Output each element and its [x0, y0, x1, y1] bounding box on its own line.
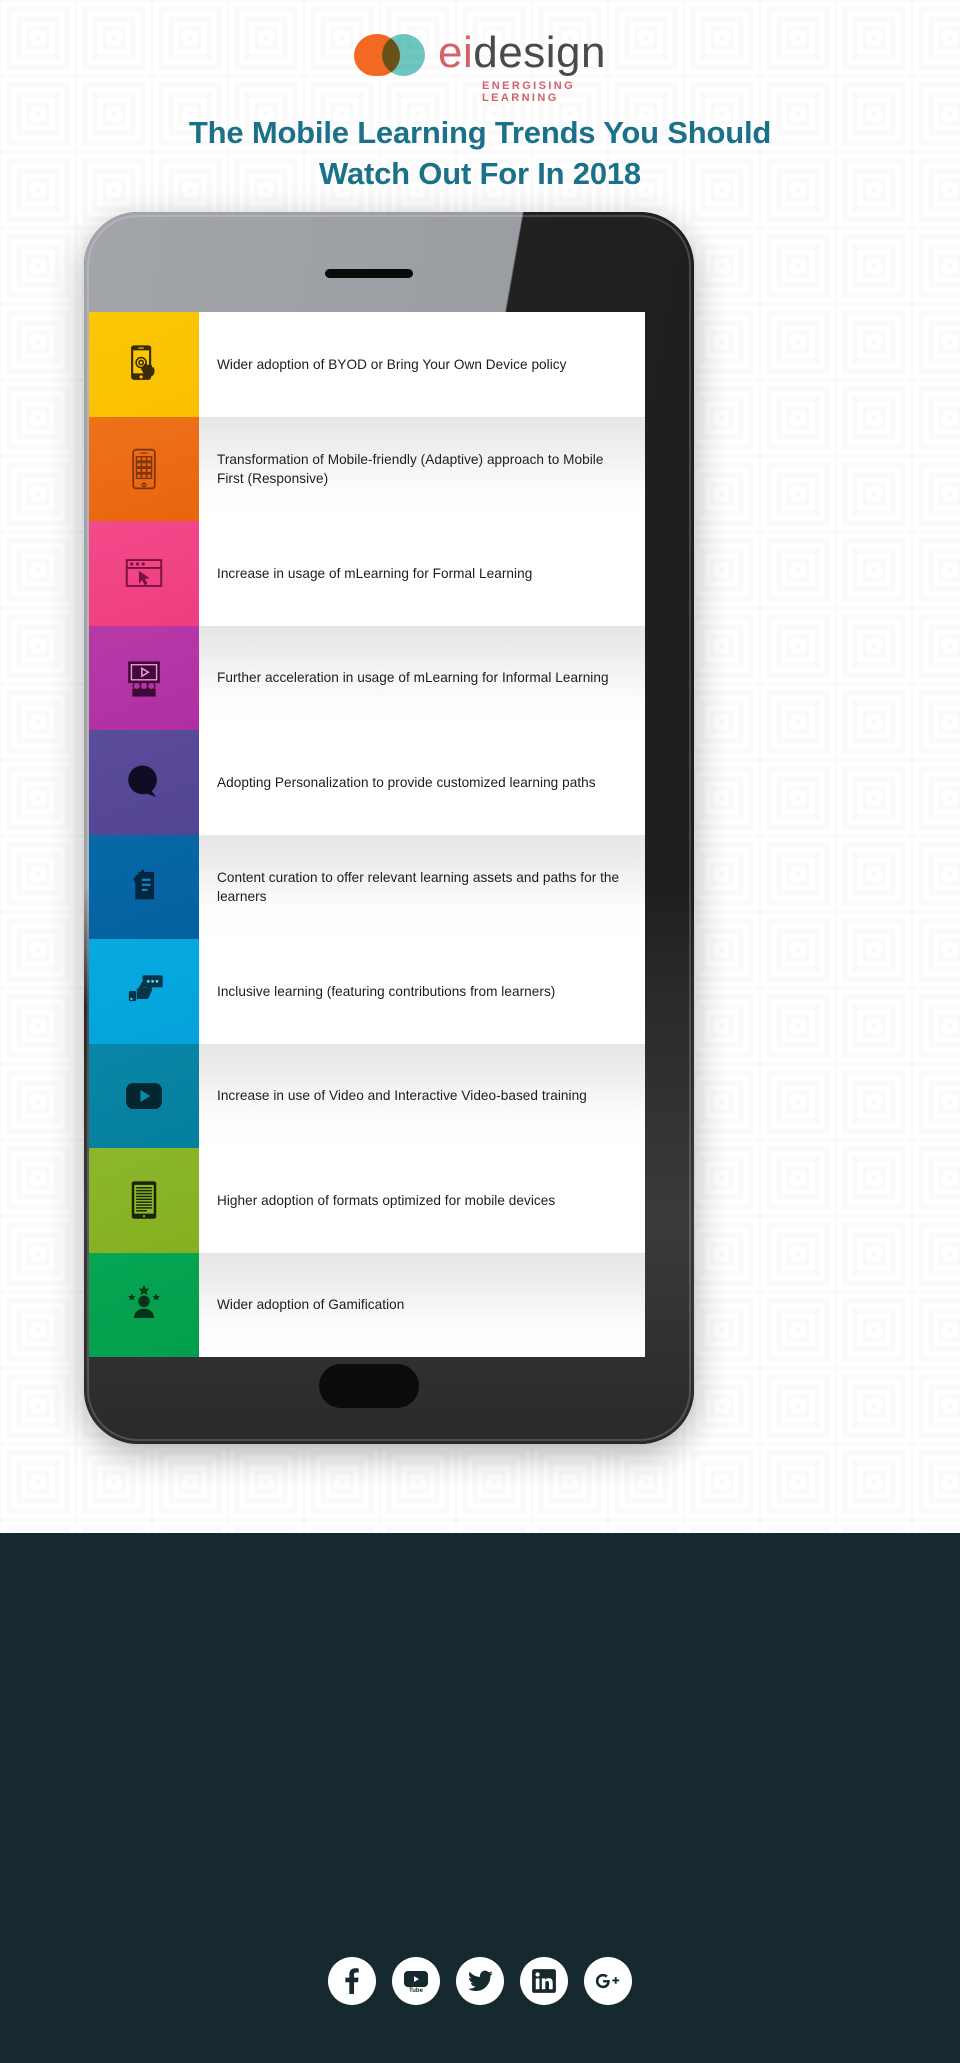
presentation-audience-icon [121, 655, 167, 701]
logo-mark-icon [354, 30, 432, 76]
home-button[interactable] [319, 1364, 419, 1408]
trend-text-panel: Further acceleration in usage of mLearni… [199, 625, 645, 730]
trend-label: Increase in usage of mLearning for Forma… [217, 565, 533, 581]
trend-row[interactable]: Transformation of Mobile-friendly (Adapt… [89, 416, 645, 521]
social-link-youtube[interactable]: Tube [392, 1957, 440, 2005]
trend-row[interactable]: Increase in usage of mLearning for Forma… [89, 521, 645, 626]
trend-label: Increase in use of Video and Interactive… [217, 1088, 587, 1104]
speech-bubble-icon [121, 759, 167, 805]
trend-icon-tile [89, 312, 199, 417]
trend-icon-tile [89, 1148, 199, 1253]
logo-tagline: ENERGISING LEARNING [482, 80, 576, 104]
documents-stack-icon [121, 864, 167, 910]
trend-text-panel: Inclusive learning (featuring contributi… [199, 939, 645, 1044]
trend-label: Wider adoption of BYOD or Bring Your Own… [217, 356, 567, 372]
youtube-icon: Tube [404, 1971, 428, 1994]
video-play-icon [121, 1073, 167, 1119]
trend-row[interactable]: Inclusive learning (featuring contributi… [89, 939, 645, 1044]
gamification-badge-icon [121, 1282, 167, 1328]
phone-mockup: Wider adoption of BYOD or Bring Your Own… [84, 212, 694, 1444]
ereader-document-icon [121, 1177, 167, 1223]
trend-icon-tile [89, 1043, 199, 1148]
trend-row[interactable]: Increase in use of Video and Interactive… [89, 1043, 645, 1148]
thumbs-up-chat-icon [121, 968, 167, 1014]
trend-row[interactable]: Adopting Personalization to provide cust… [89, 730, 645, 835]
trend-icon-tile [89, 625, 199, 730]
trend-label: Further acceleration in usage of mLearni… [217, 670, 609, 686]
trend-text-panel: Adopting Personalization to provide cust… [199, 730, 645, 835]
facebook-icon [345, 1968, 359, 1994]
trend-row[interactable]: Wider adoption of BYOD or Bring Your Own… [89, 312, 645, 417]
trend-label: Inclusive learning (featuring contributi… [217, 983, 556, 999]
trend-icon-tile [89, 1252, 199, 1357]
page-title-line-1: The Mobile Learning Trends You Should [188, 115, 772, 150]
trend-text-panel: Content curation to offer relevant learn… [199, 834, 645, 939]
trend-text-panel: Wider adoption of Gamification [199, 1252, 645, 1357]
brand-logo: eidesign ENERGISING LEARNING [0, 18, 960, 104]
trend-text-panel: Increase in usage of mLearning for Forma… [199, 521, 645, 626]
social-link-facebook[interactable] [328, 1957, 376, 2005]
trend-label: Wider adoption of Gamification [217, 1297, 405, 1313]
page-title: The Mobile Learning Trends You Should Wa… [0, 112, 960, 194]
trend-icon-tile [89, 834, 199, 939]
trend-label: Content curation to offer relevant learn… [217, 869, 620, 904]
trend-label: Higher adoption of formats optimized for… [217, 1192, 556, 1208]
trend-icon-tile [89, 416, 199, 521]
trend-text-panel: Transformation of Mobile-friendly (Adapt… [199, 416, 645, 521]
trend-icon-tile [89, 939, 199, 1044]
trend-label: Transformation of Mobile-friendly (Adapt… [217, 451, 604, 486]
trend-row[interactable]: Wider adoption of Gamification [89, 1252, 645, 1357]
svg-text:Tube: Tube [409, 1988, 424, 1994]
earpiece-speaker-icon [325, 269, 413, 278]
trend-label: Adopting Personalization to provide cust… [217, 774, 596, 790]
trend-row[interactable]: Further acceleration in usage of mLearni… [89, 625, 645, 730]
browser-window-cursor-icon [121, 550, 167, 596]
trend-icon-tile [89, 521, 199, 626]
social-links: Tube [0, 1957, 960, 2005]
trend-text-panel: Wider adoption of BYOD or Bring Your Own… [199, 312, 645, 417]
social-link-linkedin[interactable] [520, 1957, 568, 2005]
phone-screen: Wider adoption of BYOD or Bring Your Own… [89, 312, 645, 1357]
trend-text-panel: Higher adoption of formats optimized for… [199, 1148, 645, 1253]
linkedin-icon [532, 1969, 556, 1993]
trend-text-panel: Increase in use of Video and Interactive… [199, 1043, 645, 1148]
page-title-line-2: Watch Out For In 2018 [319, 156, 641, 191]
trend-icon-tile [89, 730, 199, 835]
social-link-googleplus[interactable] [584, 1957, 632, 2005]
infographic-page: eidesign ENERGISING LEARNING The Mobile … [0, 0, 960, 2063]
trend-list: Wider adoption of BYOD or Bring Your Own… [89, 312, 645, 1357]
trend-row[interactable]: Content curation to offer relevant learn… [89, 834, 645, 939]
trend-row[interactable]: Higher adoption of formats optimized for… [89, 1148, 645, 1253]
tablet-app-grid-icon [121, 446, 167, 492]
smartphone-touch-icon [121, 341, 167, 387]
logo-wordmark: eidesign [438, 30, 606, 76]
social-link-twitter[interactable] [456, 1957, 504, 2005]
twitter-icon [467, 1970, 493, 1991]
logo-word-design: design [473, 28, 606, 77]
logo-word-ei: ei [438, 28, 474, 77]
googleplus-icon [595, 1973, 620, 1989]
